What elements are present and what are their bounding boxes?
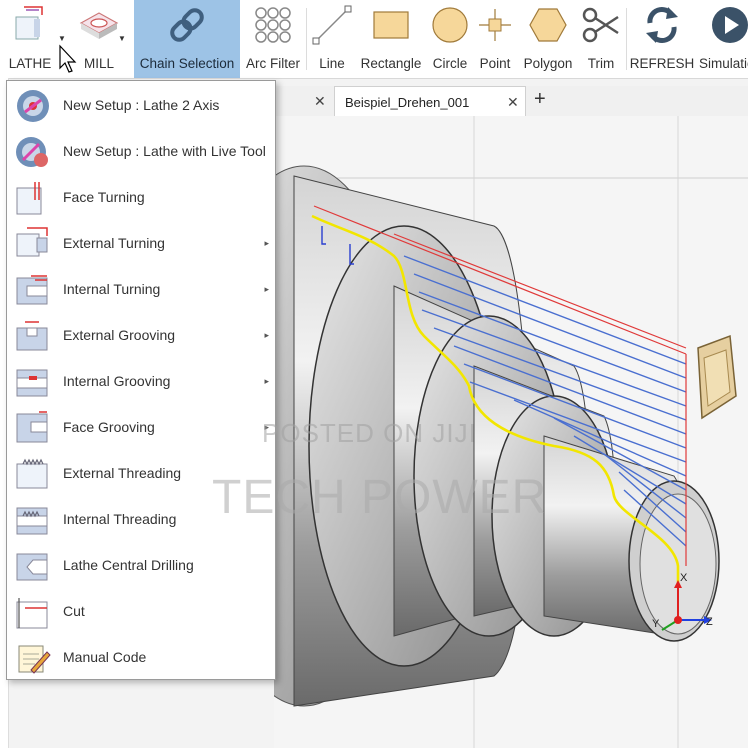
menu-item-external-turning[interactable]: External Turning ▸ <box>7 220 275 266</box>
menu-item-label: Internal Grooving <box>63 373 171 389</box>
add-tab-icon[interactable]: + <box>534 88 546 111</box>
lathe-icon <box>8 0 52 50</box>
menu-item-internal-grooving[interactable]: Internal Grooving ▸ <box>7 358 275 404</box>
external-threading-icon <box>16 458 48 489</box>
notepad-pencil-icon <box>18 645 51 674</box>
mouse-cursor-icon <box>59 44 77 73</box>
menu-item-label: Internal Threading <box>63 511 177 527</box>
mill-dropdown-icon[interactable]: ▼ <box>118 34 126 43</box>
chain-selection-label: Chain Selection <box>139 56 235 71</box>
ribbon-toolbar: LATHE ▼ MILL ▼ Chain Selection Arc Filte… <box>0 0 748 79</box>
menu-item-face-grooving[interactable]: Face Grooving ▸ <box>7 404 275 450</box>
watermark-line-2: TECH POWER <box>212 471 548 524</box>
chain-selection-button[interactable]: Chain Selection <box>134 0 240 78</box>
chain-icon <box>165 0 209 50</box>
close-icon[interactable]: ✕ <box>314 93 326 110</box>
menu-item-label: Internal Turning <box>63 281 161 297</box>
simulation-label: Simulatio <box>699 56 748 71</box>
line-label: Line <box>319 56 345 71</box>
mill-label: MILL <box>83 56 114 71</box>
polygon-icon <box>528 0 568 50</box>
menu-item-lathe-central-drilling[interactable]: Lathe Central Drilling <box>7 542 275 588</box>
rectangle-button[interactable]: Rectangle <box>356 0 426 78</box>
point-button[interactable]: Point <box>474 0 516 78</box>
axis-z-label: Z <box>706 616 713 628</box>
line-icon <box>310 0 354 50</box>
polygon-button[interactable]: Polygon <box>518 0 578 78</box>
rectangle-icon <box>371 0 411 50</box>
trim-label: Trim <box>587 56 615 71</box>
circle-button[interactable]: Circle <box>428 0 472 78</box>
external-turning-icon <box>16 227 48 257</box>
lathe-button[interactable]: LATHE <box>0 0 60 78</box>
circle-icon <box>430 0 470 50</box>
lathe-setup-icon <box>17 90 49 122</box>
cutting-insert <box>697 334 737 420</box>
point-icon <box>475 0 515 50</box>
face-turning-icon <box>16 182 42 215</box>
submenu-arrow-icon: ▸ <box>264 329 269 340</box>
menu-item-label: New Setup : Lathe with Live Tool <box>63 143 266 159</box>
menu-item-label: External Grooving <box>63 327 176 343</box>
axis-y-label: Y <box>652 618 660 630</box>
arc-filter-label: Arc Filter <box>246 56 300 71</box>
menu-item-internal-turning[interactable]: Internal Turning ▸ <box>7 266 275 312</box>
face-grooving-icon <box>16 411 48 443</box>
lathe-live-tool-setup-icon <box>16 137 48 167</box>
rectangle-label: Rectangle <box>360 56 422 71</box>
menu-item-cut[interactable]: Cut <box>7 588 275 634</box>
trim-button[interactable]: Trim <box>580 0 622 78</box>
menu-item-new-setup-lathe-2-axis[interactable]: New Setup : Lathe 2 Axis <box>7 82 275 128</box>
menu-item-external-grooving[interactable]: External Grooving ▸ <box>7 312 275 358</box>
internal-turning-icon <box>16 275 48 305</box>
refresh-icon <box>642 0 682 50</box>
menu-item-label: External Threading <box>63 465 182 481</box>
watermark-line-1: POSTED ON JIJI <box>262 418 477 448</box>
menu-item-new-setup-lathe-live-tool[interactable]: New Setup : Lathe with Live Tool <box>7 128 275 174</box>
toolbar-separator <box>626 8 627 70</box>
menu-item-label: Lathe Central Drilling <box>63 557 194 573</box>
submenu-arrow-icon: ▸ <box>264 375 269 386</box>
line-button[interactable]: Line <box>310 0 354 78</box>
menu-item-manual-code[interactable]: Manual Code <box>7 634 275 680</box>
tab-label: Beispiel_Drehen_001 <box>345 94 470 110</box>
close-icon[interactable]: ✕ <box>507 94 519 111</box>
arc-filter-button[interactable]: Arc Filter <box>242 0 304 78</box>
document-tab-active[interactable]: Beispiel_Drehen_001 ✕ <box>334 86 526 117</box>
play-icon <box>696 0 748 50</box>
polygon-label: Polygon <box>523 56 573 71</box>
menu-item-face-turning[interactable]: Face Turning <box>7 174 275 220</box>
arc-filter-icon <box>251 0 295 50</box>
submenu-arrow-icon: ▸ <box>264 283 269 294</box>
scissors-icon <box>581 0 621 50</box>
lathe-label: LATHE <box>8 56 52 71</box>
menu-item-label: Face Turning <box>63 189 145 205</box>
internal-threading-icon <box>16 507 48 535</box>
menu-item-label: Face Grooving <box>63 419 155 435</box>
submenu-arrow-icon: ▸ <box>264 237 269 248</box>
lathe-dropdown-icon[interactable]: ▼ <box>58 34 66 43</box>
internal-grooving-icon <box>16 369 48 397</box>
external-grooving-icon <box>16 321 48 351</box>
central-drilling-icon <box>16 553 48 581</box>
menu-item-label: Manual Code <box>63 649 147 665</box>
toolbar-separator <box>306 8 307 70</box>
lathe-dropdown-menu: New Setup : Lathe 2 Axis New Setup : Lat… <box>6 80 276 680</box>
refresh-button[interactable]: REFRESH <box>630 0 694 78</box>
document-tab[interactable]: ✕ <box>274 86 334 116</box>
axis-x-label: X <box>680 572 688 584</box>
refresh-label: REFRESH <box>629 56 695 71</box>
simulation-button[interactable]: Simulatio <box>696 0 748 78</box>
point-label: Point <box>479 56 511 71</box>
document-tab-bar: ✕ Beispiel_Drehen_001 ✕ + <box>274 86 748 117</box>
cut-icon <box>16 598 48 629</box>
mill-icon <box>77 0 121 50</box>
circle-label: Circle <box>432 56 468 71</box>
menu-item-label: External Turning <box>63 235 165 251</box>
menu-item-label: New Setup : Lathe 2 Axis <box>63 97 220 113</box>
menu-item-label: Cut <box>63 603 85 619</box>
